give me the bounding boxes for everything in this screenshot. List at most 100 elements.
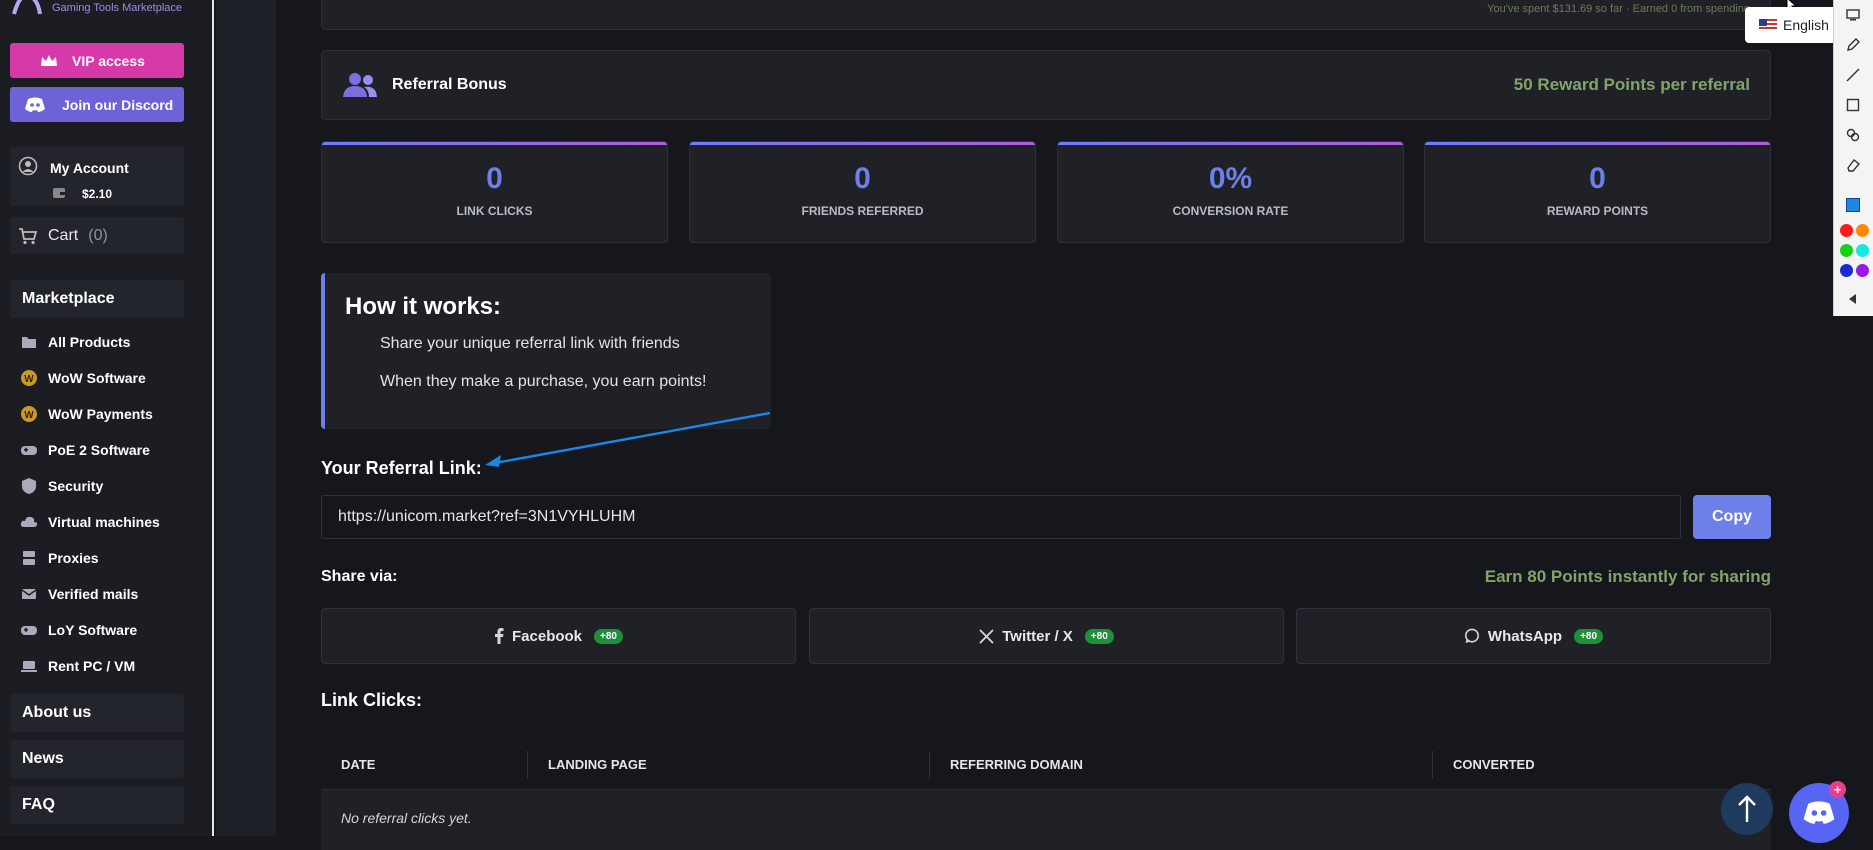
svg-text:W: W bbox=[24, 410, 34, 421]
cloud-icon bbox=[20, 513, 38, 531]
how-step-2: When they make a purchase, you earn poin… bbox=[380, 373, 707, 390]
nav-label: WoW Payments bbox=[48, 406, 153, 422]
how-step-1: Share your unique referral link with fri… bbox=[380, 335, 680, 352]
arrow-up-icon bbox=[1738, 795, 1756, 822]
my-account-card[interactable]: My Account $2.10 bbox=[10, 147, 184, 206]
laptop-icon bbox=[20, 657, 38, 675]
language-label: English bbox=[1783, 17, 1829, 33]
cart-count: (0) bbox=[88, 226, 108, 244]
color-red-icon[interactable] bbox=[1840, 224, 1853, 237]
gamepad-icon bbox=[20, 621, 38, 639]
share-label: WhatsApp bbox=[1487, 627, 1563, 645]
marketplace-label: Marketplace bbox=[22, 290, 115, 307]
marketplace-header[interactable]: Marketplace bbox=[10, 280, 184, 318]
account-balance: $2.10 bbox=[82, 187, 113, 201]
referral-link-input[interactable]: https://unicom.market?ref=3N1VYHLUHM bbox=[321, 495, 1681, 539]
pencil-icon[interactable] bbox=[1844, 36, 1862, 54]
folder-icon bbox=[20, 333, 38, 351]
rectangle-tool-icon[interactable] bbox=[1844, 96, 1862, 114]
nav-security[interactable]: Security bbox=[20, 474, 103, 498]
eraser-icon[interactable] bbox=[1844, 156, 1862, 174]
nav-poe2-software[interactable]: PoE 2 Software bbox=[20, 438, 150, 462]
nav-verified-mails[interactable]: Verified mails bbox=[20, 582, 138, 606]
clicks-table-body: No referral clicks yet. bbox=[321, 790, 1771, 850]
color-green-icon[interactable] bbox=[1840, 244, 1853, 257]
share-twitter-button[interactable]: Twitter / X +80 bbox=[809, 608, 1284, 664]
nav-proxies[interactable]: Proxies bbox=[20, 546, 99, 570]
reward-per-referral: 50 Reward Points per referral bbox=[1513, 75, 1750, 94]
annotation-arrow-icon bbox=[485, 411, 771, 467]
faq-link[interactable]: FAQ bbox=[10, 786, 184, 824]
column-header[interactable]: CONVERTED bbox=[1433, 751, 1771, 779]
line-tool-icon[interactable] bbox=[1844, 66, 1862, 84]
server-icon bbox=[20, 549, 38, 567]
referral-bonus-bar: Referral Bonus 50 Reward Points per refe… bbox=[321, 50, 1771, 120]
nav-label: WoW Software bbox=[48, 370, 146, 386]
referral-bonus-title: Referral Bonus bbox=[392, 76, 507, 93]
earn-points-text: Earn 80 Points instantly for sharing bbox=[1484, 567, 1771, 586]
column-header[interactable]: DATE bbox=[321, 750, 528, 779]
color-cyan-icon[interactable] bbox=[1856, 244, 1869, 257]
points-badge: +80 bbox=[594, 628, 623, 644]
color-purple-icon[interactable] bbox=[1856, 264, 1869, 277]
nav-all-products[interactable]: All Products bbox=[20, 330, 130, 354]
language-selector[interactable]: English bbox=[1745, 7, 1837, 43]
column-header[interactable]: REFERRING DOMAIN bbox=[930, 750, 1433, 779]
svg-text:W: W bbox=[24, 374, 34, 385]
points-badge: +80 bbox=[1084, 628, 1114, 644]
stat-value: 0% bbox=[1208, 162, 1253, 195]
empty-state-text: No referral clicks yet. bbox=[341, 810, 472, 826]
nav-wow-payments[interactable]: W WoW Payments bbox=[20, 402, 153, 426]
link-clicks-label: Link Clicks: bbox=[321, 690, 423, 710]
cart-label: Cart bbox=[48, 226, 79, 244]
scroll-to-top-button[interactable] bbox=[1721, 783, 1773, 835]
shapes-tool-icon[interactable] bbox=[1844, 126, 1862, 144]
brand-subtitle: Gaming Tools Marketplace bbox=[52, 2, 183, 14]
collapse-toolbar-icon[interactable] bbox=[1844, 290, 1862, 308]
gamepad-icon bbox=[20, 441, 38, 459]
cart-icon bbox=[19, 227, 38, 244]
stat-label: CONVERSION RATE bbox=[1172, 204, 1289, 218]
share-label: Facebook bbox=[512, 627, 583, 645]
stat-label: REWARD POINTS bbox=[1546, 204, 1649, 218]
share-facebook-button[interactable]: Facebook +80 bbox=[321, 608, 796, 664]
nav-rent-pc-vm[interactable]: Rent PC / VM bbox=[20, 654, 135, 678]
discord-icon bbox=[1803, 801, 1835, 824]
about-us-link[interactable]: About us bbox=[10, 694, 184, 732]
column-header[interactable]: LANDING PAGE bbox=[528, 750, 930, 779]
nav-loy-software[interactable]: LoY Software bbox=[20, 618, 137, 642]
vip-access-button[interactable]: VIP access bbox=[10, 43, 184, 78]
join-discord-button[interactable]: Join our Discord bbox=[10, 87, 184, 122]
sidebar-gutter bbox=[216, 0, 276, 836]
news-link[interactable]: News bbox=[10, 740, 184, 778]
spending-summary-panel: You've spent $131.69 so far · Earned 0 f… bbox=[321, 0, 1771, 30]
whatsapp-icon bbox=[1464, 628, 1479, 643]
spending-summary-text: You've spent $131.69 so far · Earned 0 f… bbox=[1487, 3, 1750, 15]
mail-icon bbox=[20, 585, 38, 603]
my-account-label: My Account bbox=[50, 160, 129, 176]
share-label: Twitter / X bbox=[1002, 627, 1073, 645]
stat-card: 0% CONVERSION RATE bbox=[1057, 141, 1404, 243]
referral-link-label: Your Referral Link: bbox=[321, 458, 482, 478]
cart-button[interactable]: Cart (0) bbox=[10, 217, 184, 254]
nav-label: Security bbox=[48, 478, 104, 494]
stat-card: 0 FRIENDS REFERRED bbox=[689, 141, 1036, 243]
color-blue-icon[interactable] bbox=[1840, 264, 1853, 277]
color-swatch-icon[interactable] bbox=[1844, 196, 1862, 214]
color-orange-icon[interactable] bbox=[1856, 224, 1869, 237]
monitor-icon[interactable] bbox=[1844, 6, 1862, 24]
share-whatsapp-button[interactable]: WhatsApp +80 bbox=[1296, 608, 1771, 664]
nav-wow-software[interactable]: W WoW Software bbox=[20, 366, 146, 390]
stat-value: 0 bbox=[1589, 162, 1606, 195]
share-via-label: Share via: bbox=[321, 568, 398, 585]
brand-logo-icon[interactable] bbox=[10, 0, 46, 16]
join-discord-label: Join our Discord bbox=[62, 96, 174, 113]
stat-label: LINK CLICKS bbox=[456, 204, 533, 218]
main-content: You've spent $131.69 so far · Earned 0 f… bbox=[276, 0, 1816, 850]
sidebar: Gaming Tools Marketplace VIP access Join… bbox=[0, 0, 214, 836]
nav-virtual-machines[interactable]: Virtual machines bbox=[20, 510, 160, 534]
nav-label: All Products bbox=[48, 334, 131, 350]
vip-access-label: VIP access bbox=[72, 52, 145, 69]
us-flag-icon bbox=[1759, 19, 1777, 31]
copy-button[interactable]: Copy bbox=[1693, 495, 1771, 539]
